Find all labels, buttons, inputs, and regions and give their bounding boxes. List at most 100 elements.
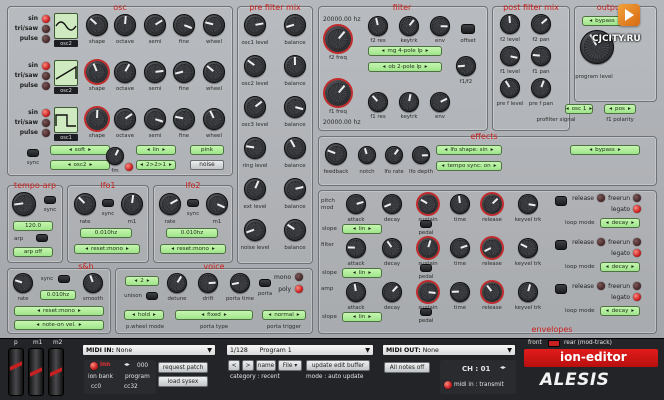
post-filter-pan-3-knob[interactable] [531, 78, 551, 98]
lfo1-reset-select[interactable]: ◂ reset:mono ▸ [74, 244, 140, 254]
env1-decay-knob[interactable] [382, 194, 402, 214]
osc3-semi-knob[interactable] [144, 108, 166, 130]
osc2-pulse-led[interactable] [42, 82, 50, 90]
f1-env-knob[interactable] [430, 92, 450, 112]
env2-attack-knob[interactable] [346, 238, 366, 258]
osc1-pulse-led[interactable] [42, 35, 50, 43]
env1-release-knob[interactable] [482, 194, 502, 214]
tempo-sync-button[interactable] [44, 196, 56, 204]
porta-type-select[interactable]: ◂ fixed ▸ [175, 310, 253, 320]
midi-out-select[interactable]: MIDI OUT: None ▼ [382, 344, 516, 356]
lfo-rate-knob[interactable] [385, 146, 403, 164]
osc3-waveform-display[interactable] [54, 107, 78, 133]
env3-decay-knob[interactable] [382, 282, 402, 302]
env2-slope-select[interactable]: ◂ lin ▸ [342, 268, 382, 278]
unison-button[interactable] [146, 292, 158, 300]
env3-sustain-knob[interactable] [418, 282, 438, 302]
channel-arrows-icon[interactable]: ◂▸ [500, 365, 506, 371]
porta-time-knob[interactable] [230, 273, 250, 293]
env2-time-knob[interactable] [450, 238, 470, 258]
env1-extra-button[interactable] [555, 196, 567, 206]
load-sysex-button[interactable]: load sysex [158, 376, 208, 387]
pre-filter-balance-4-knob[interactable] [284, 137, 306, 159]
f2-keytrk-knob[interactable] [399, 16, 419, 36]
post-filter-level-1-knob[interactable] [500, 14, 520, 34]
osc3-pulse-led[interactable] [42, 129, 50, 137]
detune-knob[interactable] [167, 273, 187, 293]
env1-keyvel-trk-knob[interactable] [518, 194, 538, 214]
tempo-sync-select[interactable]: ◂ tempo sync: on ▸ [436, 161, 502, 171]
bpm-display[interactable]: 120.0 [13, 221, 53, 231]
env3-slope-select[interactable]: ◂ lin ▸ [342, 312, 382, 322]
post-filter-pan-2-knob[interactable] [531, 46, 551, 66]
soft-select[interactable]: ◂ soft ▸ [50, 145, 110, 155]
env3-release-led[interactable] [597, 282, 605, 290]
env1-loop-mode-select[interactable]: ◂ decay ▸ [600, 218, 640, 228]
env3-time-knob[interactable] [450, 282, 470, 302]
f2-env-knob[interactable] [430, 16, 450, 36]
f1-res-knob[interactable] [368, 92, 388, 112]
midi-in-select[interactable]: MIDI IN: None ▼ [82, 344, 216, 356]
f1-f2-knob[interactable] [456, 56, 476, 76]
osc1-fine-knob[interactable] [173, 14, 195, 36]
osc1-wheel-knob[interactable] [203, 14, 225, 36]
porta-trigger-select[interactable]: ◂ normal ▸ [262, 310, 306, 320]
env2-pedal-button[interactable] [420, 264, 432, 272]
sh-rate-knob[interactable] [13, 273, 33, 293]
filter1-mode-select[interactable]: ◂ ob 2-pole lp ▸ [368, 62, 442, 72]
file-menu-button[interactable]: File ▾ [278, 360, 302, 371]
f1-freq-knob[interactable] [325, 80, 351, 106]
all-notes-off-button[interactable]: All notes off [384, 362, 430, 373]
post-filter-level-2-knob[interactable] [500, 46, 520, 66]
env2-keyvel-trk-knob[interactable] [518, 238, 538, 258]
sh-mode-select[interactable]: ◂ note-on vel. ▸ [14, 320, 104, 330]
pre-filter-balance-6-knob[interactable] [284, 219, 306, 241]
bank-led[interactable] [90, 362, 98, 370]
front-rear-switch[interactable] [548, 340, 560, 347]
osc2-select-button[interactable]: osc2 [54, 87, 78, 94]
p-wheel-mode-select[interactable]: ◂ hold ▸ [124, 310, 164, 320]
osc2-semi-knob[interactable] [144, 61, 166, 83]
env2-release-led[interactable] [597, 238, 605, 246]
osc2-waveform-display[interactable] [54, 60, 78, 86]
osc3-tri-saw-led[interactable] [42, 119, 50, 127]
poly-led[interactable] [295, 285, 303, 293]
osc1-shape-knob[interactable] [86, 14, 108, 36]
env3-pedal-button[interactable] [420, 308, 432, 316]
lfo2-sync-button[interactable] [187, 199, 199, 207]
osc2-fine-knob[interactable] [173, 61, 195, 83]
transmit-led[interactable] [444, 381, 452, 389]
pink-select[interactable]: pink [190, 145, 224, 155]
env1-release-led[interactable] [597, 194, 605, 202]
osc1-waveform-display[interactable] [54, 13, 78, 39]
osc2-tri-saw-led[interactable] [42, 72, 50, 80]
request-patch-button[interactable]: request patch [158, 362, 208, 373]
osc2-wheel-knob[interactable] [203, 61, 225, 83]
env3-loop-mode-select[interactable]: ◂ decay ▸ [600, 306, 640, 316]
osc3-octave-knob[interactable] [114, 108, 136, 130]
notch-knob[interactable] [358, 146, 376, 164]
env1-pedal-button[interactable] [420, 220, 432, 228]
env3-keyvel-trk-knob[interactable] [518, 282, 538, 302]
program-select[interactable]: 1/128 Program 1 ▼ [226, 344, 374, 356]
osc1-semi-knob[interactable] [144, 14, 166, 36]
pre-filter-level-1-knob[interactable] [244, 14, 266, 36]
f2-res-knob[interactable] [368, 16, 388, 36]
lfo1-sync-button[interactable] [102, 199, 114, 207]
env2-legato-led[interactable] [633, 249, 641, 257]
osc3-sin-led[interactable] [42, 109, 50, 117]
pre-filter-balance-2-knob[interactable] [284, 55, 306, 77]
env2-decay-knob[interactable] [382, 238, 402, 258]
f1-keytrk-knob[interactable] [399, 92, 419, 112]
mono-led[interactable] [295, 273, 303, 281]
sync-button[interactable] [27, 149, 39, 157]
fm-led[interactable] [125, 163, 133, 171]
pitch-wheel[interactable] [8, 348, 24, 396]
noise-button[interactable]: noise [190, 160, 224, 170]
f2-freq-knob[interactable] [325, 26, 351, 52]
osc2-shape-knob[interactable] [86, 61, 108, 83]
tempo-knob[interactable] [12, 192, 36, 216]
lfo-depth-knob[interactable] [412, 146, 430, 164]
voice-count-select[interactable]: ◂ 2 ▸ [125, 276, 159, 286]
env3-freerun-led[interactable] [633, 282, 641, 290]
